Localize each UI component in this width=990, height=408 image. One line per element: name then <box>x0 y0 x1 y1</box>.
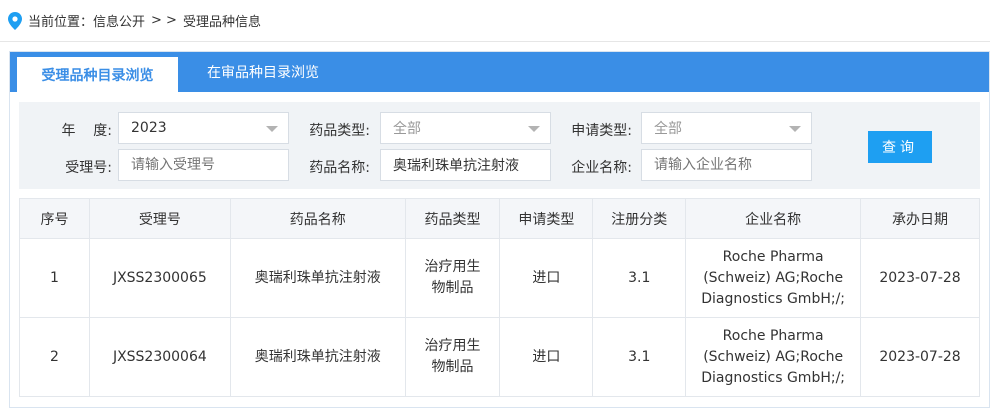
cell-accept-no: JXSS2300065 <box>88 238 231 318</box>
cell-company-line: (Schweiz) AG;Roche <box>703 348 844 365</box>
cell-reg-class: 3.1 <box>592 317 687 397</box>
tab-accepted-catalog[interactable]: 受理品种目录浏览 <box>17 57 178 92</box>
table-row[interactable]: 1 JXSS2300065 奥瑞利珠单抗注射液 治疗用生 物制品 进口 3.1 … <box>19 238 980 318</box>
drug-type-label: 药品类型: <box>309 123 370 139</box>
accept-no-input[interactable] <box>118 149 289 181</box>
breadcrumb-link-info-public[interactable]: 信息公开 <box>93 11 145 30</box>
drug-type-select[interactable]: 全部 <box>380 112 551 144</box>
col-header-date: 承办日期 <box>860 198 980 239</box>
cell-index: 1 <box>19 238 90 318</box>
cell-company: Roche Pharma (Schweiz) AG;Roche Diagnost… <box>685 238 862 318</box>
col-header-apply-type: 申请类型 <box>499 198 594 239</box>
year-value: 2023 <box>131 120 167 136</box>
tab-under-review-catalog[interactable]: 在审品种目录浏览 <box>178 52 348 92</box>
cell-drug-type-line: 物制品 <box>431 280 474 296</box>
chevron-down-icon <box>266 126 278 132</box>
cell-drug-type: 治疗用生 物制品 <box>404 238 501 318</box>
table-header-row: 序号 受理号 药品名称 药品类型 申请类型 注册分类 企业名称 承办日期 <box>19 198 980 239</box>
main-panel: 受理品种目录浏览 在审品种目录浏览 年 度: 2023 药品类型: 全部 申请类… <box>9 51 990 408</box>
breadcrumb-current: 受理品种信息 <box>182 15 261 30</box>
company-label: 企业名称: <box>571 160 632 176</box>
cell-drug-type: 治疗用生 物制品 <box>404 317 501 397</box>
cell-apply-type: 进口 <box>499 317 594 397</box>
col-header-company: 企业名称 <box>685 198 862 239</box>
table-row[interactable]: 2 JXSS2300064 奥瑞利珠单抗注射液 治疗用生 物制品 进口 3.1 … <box>19 317 980 397</box>
cell-drug-type-line: 治疗用生 <box>424 259 481 275</box>
cell-accept-no: JXSS2300064 <box>88 317 231 397</box>
col-header-index: 序号 <box>19 198 90 239</box>
cell-reg-class: 3.1 <box>592 238 687 318</box>
cell-company-line: Roche Pharma <box>722 248 824 265</box>
cell-company-line: Diagnostics GmbH;/; <box>701 290 846 307</box>
cell-drug-name: 奥瑞利珠单抗注射液 <box>229 238 406 318</box>
year-label: 年 度: <box>61 123 112 139</box>
drug-name-input[interactable]: 奥瑞利珠单抗注射液 <box>380 149 551 181</box>
location-pin-icon <box>8 11 22 30</box>
cell-index: 2 <box>19 317 90 397</box>
cell-drug-type-line: 物制品 <box>431 359 474 375</box>
cell-company-line: (Schweiz) AG;Roche <box>703 269 844 286</box>
query-button[interactable]: 查询 <box>868 131 932 163</box>
cell-company-line: Roche Pharma <box>722 327 824 344</box>
cell-company-line: Diagnostics GmbH;/; <box>701 369 846 386</box>
cell-drug-name: 奥瑞利珠单抗注射液 <box>229 317 406 397</box>
tab-bar: 受理品种目录浏览 在审品种目录浏览 <box>10 52 989 92</box>
breadcrumb-separator: > > <box>151 13 177 28</box>
chevron-down-icon <box>528 126 540 132</box>
drug-name-label: 药品名称: <box>309 160 370 176</box>
breadcrumb-prefix: 当前位置： <box>28 15 94 30</box>
col-header-accept-no: 受理号 <box>88 198 231 239</box>
apply-type-select[interactable]: 全部 <box>641 112 812 144</box>
breadcrumb: 当前位置： 信息公开 > > 受理品种信息 <box>0 0 990 42</box>
apply-type-value: 全部 <box>654 121 682 137</box>
filter-form: 年 度: 2023 药品类型: 全部 申请类型: 全部 查询 受理号: 药品名称… <box>19 102 980 189</box>
cell-date: 2023-07-28 <box>860 238 980 318</box>
apply-type-label: 申请类型: <box>571 123 632 139</box>
cell-drug-type-line: 治疗用生 <box>424 338 481 354</box>
cell-date: 2023-07-28 <box>860 317 980 397</box>
col-header-drug-name: 药品名称 <box>229 198 406 239</box>
accept-no-label: 受理号: <box>65 160 112 176</box>
results-table: 序号 受理号 药品名称 药品类型 申请类型 注册分类 企业名称 承办日期 1 J… <box>19 198 980 397</box>
company-input[interactable] <box>641 149 812 181</box>
chevron-down-icon <box>789 126 801 132</box>
year-select[interactable]: 2023 <box>118 112 289 144</box>
col-header-drug-type: 药品类型 <box>404 198 501 239</box>
drug-type-value: 全部 <box>393 121 421 137</box>
cell-company: Roche Pharma (Schweiz) AG;Roche Diagnost… <box>685 317 862 397</box>
col-header-reg-class: 注册分类 <box>592 198 687 239</box>
drug-name-value: 奥瑞利珠单抗注射液 <box>393 158 519 174</box>
cell-apply-type: 进口 <box>499 238 594 318</box>
